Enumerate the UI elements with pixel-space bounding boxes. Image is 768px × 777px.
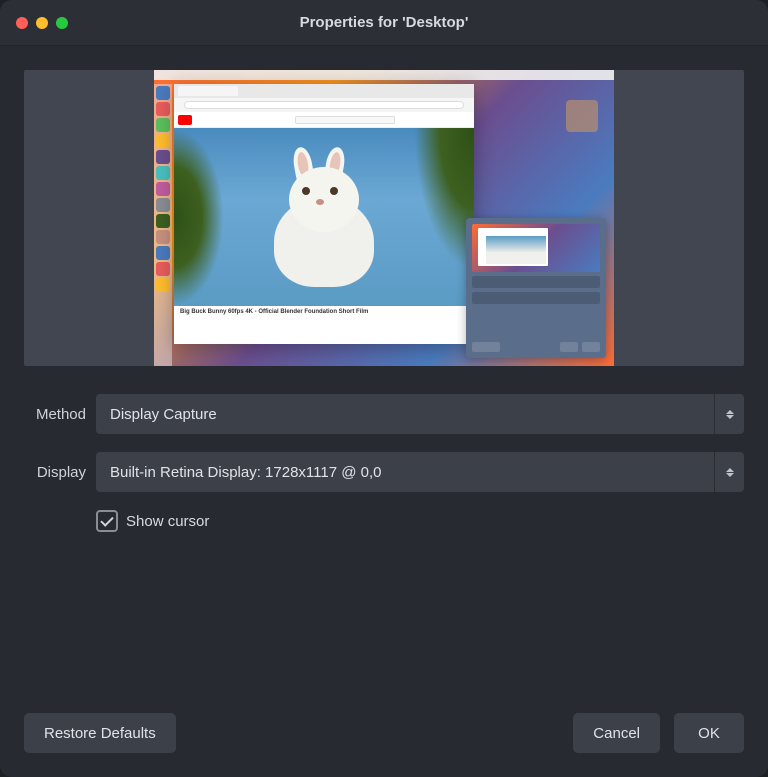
method-select[interactable]: Display Capture <box>96 394 744 434</box>
youtube-search <box>295 116 395 124</box>
updown-chevron-icon <box>726 410 734 419</box>
method-label: Method <box>24 406 86 423</box>
dock-icon <box>156 230 170 244</box>
method-select-stepper[interactable] <box>714 394 744 434</box>
nested-button <box>582 342 600 352</box>
macos-menubar <box>154 70 614 80</box>
ok-button[interactable]: OK <box>674 713 744 753</box>
macos-dock <box>154 84 172 366</box>
dock-icon <box>156 262 170 276</box>
display-select[interactable]: Built-in Retina Display: 1728x1117 @ 0,0 <box>96 452 744 492</box>
nested-properties-preview <box>466 218 606 358</box>
dock-icon <box>156 278 170 292</box>
youtube-logo <box>178 115 214 125</box>
preview-area: Big Buck Bunny 60fps 4K - Official Blend… <box>24 70 744 366</box>
dock-icon <box>156 246 170 260</box>
minimize-button[interactable] <box>36 17 48 29</box>
method-row: Method Display Capture <box>24 394 744 434</box>
youtube-header <box>174 112 474 128</box>
browser-tabs <box>174 84 474 98</box>
dock-icon <box>156 118 170 132</box>
nested-mini-browser <box>478 228 548 266</box>
dock-icon <box>156 166 170 180</box>
properties-window: Properties for 'Desktop' <box>0 0 768 777</box>
tree-decoration <box>414 128 474 270</box>
nested-form-row <box>472 292 600 304</box>
display-label: Display <box>24 464 86 481</box>
form-area: Method Display Capture Display Built-in … <box>24 394 744 532</box>
display-select-value[interactable]: Built-in Retina Display: 1728x1117 @ 0,0 <box>96 452 714 492</box>
nested-button <box>472 342 500 352</box>
zoom-button[interactable] <box>56 17 68 29</box>
nested-buttons <box>560 342 600 352</box>
bunny-character <box>264 147 384 287</box>
dock-icon <box>156 214 170 228</box>
window-title: Properties for 'Desktop' <box>300 14 469 31</box>
checkmark-icon <box>100 513 113 526</box>
updown-chevron-icon <box>726 468 734 477</box>
browser-tab <box>178 86 238 96</box>
cancel-button[interactable]: Cancel <box>573 713 660 753</box>
traffic-lights <box>16 17 68 29</box>
preview-browser-window: Big Buck Bunny 60fps 4K - Official Blend… <box>174 84 474 344</box>
close-button[interactable] <box>16 17 28 29</box>
dock-icon <box>156 182 170 196</box>
dock-icon <box>156 150 170 164</box>
show-cursor-label[interactable]: Show cursor <box>126 513 209 530</box>
dock-icon <box>156 102 170 116</box>
video-title: Big Buck Bunny 60fps 4K - Official Blend… <box>180 309 468 315</box>
show-cursor-row: Show cursor <box>96 510 744 532</box>
tree-decoration <box>174 128 224 306</box>
display-row: Display Built-in Retina Display: 1728x11… <box>24 452 744 492</box>
urlbar-input <box>184 101 464 109</box>
dock-icon <box>156 134 170 148</box>
footer: Restore Defaults Cancel OK <box>0 713 768 777</box>
titlebar: Properties for 'Desktop' <box>0 0 768 46</box>
nested-preview-image <box>472 224 600 272</box>
restore-defaults-button[interactable]: Restore Defaults <box>24 713 176 753</box>
browser-urlbar <box>174 98 474 112</box>
browser-chrome <box>174 84 474 112</box>
dock-icon <box>156 198 170 212</box>
display-select-stepper[interactable] <box>714 452 744 492</box>
dock-icon <box>156 86 170 100</box>
nested-button <box>560 342 578 352</box>
desktop-preview: Big Buck Bunny 60fps 4K - Official Blend… <box>154 70 614 366</box>
content-area: Big Buck Bunny 60fps 4K - Official Blend… <box>0 46 768 713</box>
desktop-folder-icon <box>566 100 598 132</box>
nested-form-row <box>472 276 600 288</box>
video-info: Big Buck Bunny 60fps 4K - Official Blend… <box>174 306 474 344</box>
show-cursor-checkbox[interactable] <box>96 510 118 532</box>
method-select-value[interactable]: Display Capture <box>96 394 714 434</box>
video-player <box>174 128 474 306</box>
